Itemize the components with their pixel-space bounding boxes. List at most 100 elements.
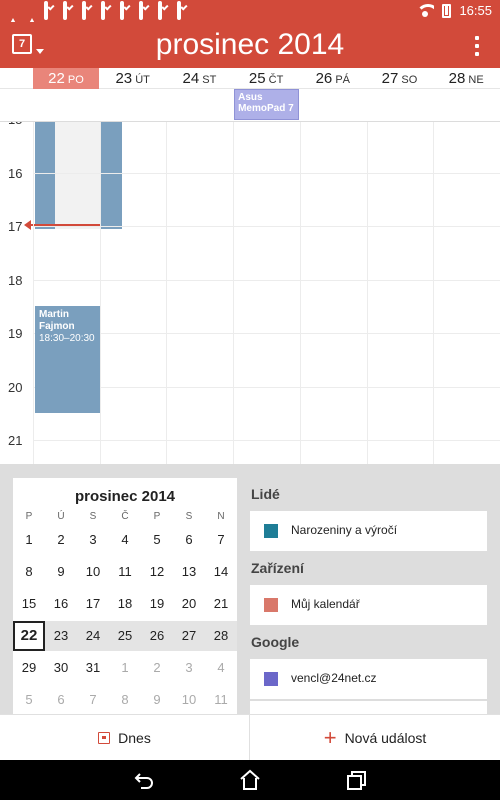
notification-icons — [6, 1, 192, 31]
calendar-event[interactable]: Martin Fajmon 18:30–20:30 — [35, 306, 100, 414]
mini-calendar-day[interactable]: 2 — [141, 653, 173, 683]
mini-calendar-day[interactable]: 24 — [77, 621, 109, 651]
calendar-item[interactable]: Narozeniny a výročí — [250, 511, 487, 551]
mini-calendar-day[interactable]: 13 — [173, 557, 205, 587]
day-weekday: SO — [398, 74, 418, 86]
calendar-check-icon — [158, 1, 173, 20]
mini-calendar-day[interactable]: 7 — [205, 525, 237, 555]
today-button[interactable]: Dnes — [0, 715, 249, 761]
mini-calendar-day[interactable]: 5 — [141, 525, 173, 555]
day-number: 26 — [315, 70, 333, 87]
mini-calendar-day[interactable]: 14 — [205, 557, 237, 587]
day-header-23[interactable]: 23 ÚT — [100, 68, 166, 89]
day-weekday: PÁ — [332, 74, 350, 86]
new-event-button[interactable]: + Nová událost — [250, 715, 500, 761]
back-icon[interactable] — [132, 768, 156, 792]
overflow-menu-icon[interactable] — [474, 36, 480, 56]
hour-line — [33, 172, 500, 174]
calendar-color-swatch — [264, 524, 278, 538]
mini-calendar-day[interactable]: 1 — [109, 653, 141, 683]
weekday-label: P — [153, 511, 161, 522]
calendar-check-icon-glyph — [120, 1, 124, 20]
mini-calendar-day[interactable]: 19 — [141, 589, 173, 619]
calendar-color-swatch — [264, 598, 278, 612]
time-grid[interactable]: 15 16 17 18 19 20 21 Martin Fajmon18:30–20:30 — [0, 122, 500, 464]
bottom-panel: prosinec 2014 P Ú S Č P S N 1 2 3 4 5 6 7 8 9 10 11 12 13 14… — [0, 464, 500, 741]
mini-calendar-day[interactable]: 9 — [45, 557, 77, 587]
weekday-label: N — [217, 511, 225, 522]
mini-calendar-day[interactable]: 7 — [77, 685, 109, 715]
calendar-check-icon — [63, 1, 78, 20]
calendar-item-label: vencl@24net.cz — [291, 671, 377, 685]
event-block[interactable] — [101, 122, 122, 229]
mini-calendar-day[interactable]: 6 — [45, 685, 77, 715]
mini-calendar-day[interactable]: 12 — [141, 557, 173, 587]
mini-calendar-day[interactable]: 5 — [13, 685, 45, 715]
home-icon[interactable] — [238, 768, 262, 792]
all-day-event[interactable]: Asus MemoPad 7 — [234, 89, 300, 120]
mini-calendar-day[interactable]: 3 — [77, 525, 109, 555]
mini-calendar-day[interactable]: 29 — [13, 653, 45, 683]
weekday-label: Č — [121, 511, 129, 522]
calendar-item[interactable]: vencl@24net.cz — [250, 659, 487, 699]
mini-calendar-day[interactable]: 11 — [109, 557, 141, 587]
calendar-item[interactable]: Můj kalendář — [250, 585, 487, 625]
mini-calendar-day[interactable]: 10 — [173, 685, 205, 715]
mini-calendar-day[interactable]: 17 — [77, 589, 109, 619]
calendar-check-icon — [82, 1, 97, 20]
mini-calendar-day[interactable]: 31 — [77, 653, 109, 683]
weekday-label: S — [89, 511, 97, 522]
calendar-check-icon-glyph — [63, 1, 67, 20]
mini-calendar-day[interactable]: 16 — [45, 589, 77, 619]
mini-calendar-day[interactable]: 25 — [109, 621, 141, 651]
day-header-27[interactable]: 27 SO — [367, 68, 433, 89]
day-header-24[interactable]: 24 ST — [166, 68, 232, 89]
mini-calendar-day[interactable]: 21 — [205, 589, 237, 619]
recent-apps-icon[interactable] — [344, 768, 368, 792]
mini-calendar-day[interactable]: 4 — [205, 653, 237, 683]
status-time: 16:55 — [459, 3, 492, 18]
mini-calendar-day[interactable]: 28 — [205, 621, 237, 651]
calendar-check-icon-glyph — [158, 1, 162, 20]
app-bar: 7 prosinec 2014 — [0, 22, 500, 68]
mini-calendar-day[interactable]: 15 — [13, 589, 45, 619]
day-header-25[interactable]: 25 ČT — [233, 68, 299, 89]
mini-calendar-day[interactable]: 27 — [173, 621, 205, 651]
mini-calendar-day[interactable]: 8 — [13, 557, 45, 587]
mini-calendar-day[interactable]: 11 — [205, 685, 237, 715]
day-number: 25 — [248, 70, 266, 87]
weekday-label: Ú — [57, 511, 65, 522]
mini-calendar-day[interactable]: 9 — [141, 685, 173, 715]
mini-calendar-day[interactable]: 20 — [173, 589, 205, 619]
mini-calendar-day[interactable]: 30 — [45, 653, 77, 683]
mini-calendar-day[interactable]: 3 — [173, 653, 205, 683]
calendar-check-icon — [177, 1, 192, 20]
mini-calendar-day[interactable]: 6 — [173, 525, 205, 555]
calendar-item-label: Narozeniny a výročí — [291, 523, 398, 537]
mini-calendar-day[interactable]: 8 — [109, 685, 141, 715]
mini-calendar-day[interactable]: 23 — [45, 621, 77, 651]
day-header-22[interactable]: 22 PO — [33, 68, 99, 89]
calendar-check-icon-glyph — [139, 1, 143, 20]
calendar-group-title: Lidé — [251, 486, 280, 502]
hour-label: 18 — [8, 272, 23, 288]
day-header-26[interactable]: 26 PÁ — [300, 68, 366, 89]
warning-icon — [25, 3, 40, 31]
mini-calendar-day[interactable]: 1 — [13, 525, 45, 555]
day-number: 24 — [182, 70, 200, 87]
mini-calendar-day[interactable]: 22 — [13, 621, 45, 651]
event-block[interactable] — [35, 122, 55, 229]
mini-calendar-day[interactable]: 2 — [45, 525, 77, 555]
mini-calendar-day[interactable]: 26 — [141, 621, 173, 651]
mini-calendar-day[interactable]: 10 — [77, 557, 109, 587]
mini-calendar-day[interactable]: 18 — [109, 589, 141, 619]
all-day-strip: Asus MemoPad 7 — [0, 89, 500, 122]
day-header-28[interactable]: 28 NE — [433, 68, 499, 89]
calendar-today-icon — [98, 732, 111, 744]
hour-label: 21 — [8, 433, 23, 448]
calendar-group-title: Zařízení — [251, 560, 304, 576]
mini-calendar-title[interactable]: prosinec 2014 — [13, 488, 237, 505]
mini-calendar: prosinec 2014 P Ú S Č P S N 1 2 3 4 5 6 7 8 9 10 11 12 13 14… — [13, 478, 237, 714]
mini-calendar-day[interactable]: 4 — [109, 525, 141, 555]
page-title[interactable]: prosinec 2014 — [0, 28, 500, 62]
